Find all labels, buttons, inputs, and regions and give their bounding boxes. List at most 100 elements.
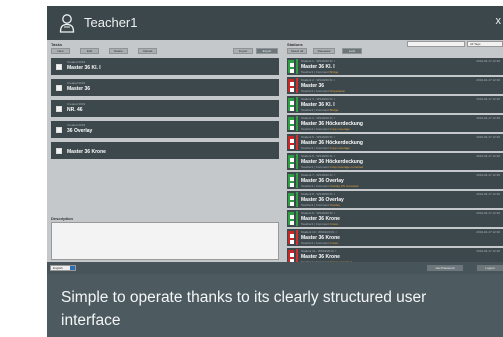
status-tag (296, 192, 298, 207)
stations-filter-select[interactable]: All Tags (467, 41, 503, 47)
app-title: Teacher1 (84, 15, 138, 30)
checkbox-icon[interactable] (290, 120, 294, 124)
checkbox-icon[interactable] (290, 126, 294, 130)
stations-released-button[interactable]: Released (313, 48, 335, 54)
station-comment: Teacher1 | Comment Overlay (301, 203, 340, 207)
task-checkbox[interactable] (56, 106, 62, 112)
station-row[interactable]: Student 7 - WS19/20 Kl. I Master 36 Overl… (287, 172, 503, 189)
station-comment: Teacher1 | Comment Overlay 4/5 corrected (301, 184, 358, 188)
station-subtitle: Student 3 - WS19/20 Kl. I (301, 97, 335, 101)
station-row[interactable]: Student 1 - WS19/20 Kl. I Master 36 Kl. I… (287, 58, 503, 75)
task-row[interactable]: Master 36 Krone (51, 142, 279, 159)
station-row[interactable]: Student 8 - WS19/20 Kl. I Master 36 Overl… (287, 191, 503, 208)
task-row[interactable]: Created 2019 Master 36 (51, 79, 279, 96)
station-row[interactable]: Student 5 - WS19/20 Kl. I Master 36 Höcke… (287, 134, 503, 151)
checkbox-icon[interactable] (290, 177, 294, 181)
tasks-export-button[interactable]: Export (256, 48, 278, 54)
station-comment-author: Teacher1 | Comment (301, 127, 329, 131)
tasks-delete-button[interactable]: Delete (109, 48, 128, 54)
station-comment-author: Teacher1 | Comment (301, 146, 329, 150)
checkbox-icon[interactable] (290, 202, 294, 206)
tasks-import-button[interactable]: Import (233, 48, 253, 54)
checkbox-icon[interactable] (290, 139, 294, 143)
tasks-new-button[interactable]: New (51, 48, 70, 54)
status-tag (296, 59, 298, 74)
task-row[interactable]: Created 2019 Master 36 Kl. I (51, 58, 279, 75)
checkbox-icon[interactable] (290, 164, 294, 168)
station-row[interactable]: Student 3 - WS19/20 Kl. I Master 36 Kl. I… (287, 96, 503, 113)
station-subtitle: Student 6 - WS19/20 Kl. I (301, 154, 335, 158)
close-icon[interactable]: x (496, 15, 502, 27)
task-checkbox[interactable] (56, 85, 62, 91)
station-comment: Teacher1 | Comment Bridge (301, 70, 338, 74)
tasks-upload-button[interactable]: Upload (138, 48, 157, 54)
status-tag (296, 116, 298, 131)
checkbox-icon[interactable] (290, 63, 294, 67)
status-tag (296, 154, 298, 169)
task-title: NR. 46 (67, 107, 83, 113)
checkbox-icon[interactable] (290, 215, 294, 219)
checkbox-icon[interactable] (290, 240, 294, 244)
status-tag (296, 78, 298, 93)
station-subtitle: Student 5 - WS19/20 Kl. I (301, 135, 335, 139)
station-row[interactable]: Student 6 - WS19/20 Kl. I Master 36 Höcke… (287, 153, 503, 170)
station-date: 2019-04-17 12:30 (476, 154, 500, 158)
station-comment-note: Crown (329, 241, 339, 245)
station-comment-author: Teacher1 | Comment (301, 222, 329, 226)
status-tag (296, 211, 298, 226)
checkbox-icon[interactable] (290, 88, 294, 92)
station-comment: Teacher1 | Comment Crown (301, 222, 338, 226)
language-value: English (53, 266, 63, 270)
station-row[interactable]: Student 2 - WS19/20 Kl. I Master 36 Teache… (287, 77, 503, 94)
logout-button[interactable]: Logout (477, 265, 503, 271)
task-title: Master 36 (67, 86, 91, 92)
task-row[interactable]: Created 2019 36 Overlay (51, 121, 279, 138)
screenshot-frame: Teacher1 x Tasks New Edit Delete Upload … (47, 6, 503, 337)
checkbox-icon[interactable] (290, 82, 294, 86)
checkbox-icon[interactable] (290, 253, 294, 257)
station-comment-author: Teacher1 | Comment (301, 70, 329, 74)
station-row[interactable]: Student 10 - WS19/20 Kl. I Master 36 Kron… (287, 229, 503, 246)
station-date: 2019-04-17 12:30 (476, 249, 500, 253)
checkbox-icon[interactable] (290, 196, 294, 200)
station-date: 2019-04-17 12:30 (476, 192, 500, 196)
get-password-button[interactable]: Get Password (427, 265, 463, 271)
task-title: 36 Overlay (67, 128, 93, 134)
status-indicator (288, 193, 294, 206)
station-date: 2019-04-17 12:30 (476, 59, 500, 63)
checkbox-icon[interactable] (290, 158, 294, 162)
stations-select-all-button[interactable]: Select all (287, 48, 307, 54)
user-icon (59, 14, 75, 33)
station-subtitle: Student 9 - WS19/20 Kl. I (301, 211, 335, 215)
station-comment-note: Cusp coverage (329, 146, 350, 150)
checkbox-icon[interactable] (290, 145, 294, 149)
checkbox-icon[interactable] (290, 183, 294, 187)
task-row[interactable]: Created 2019 NR. 46 (51, 100, 279, 117)
task-checkbox[interactable] (56, 127, 62, 133)
caption: Simple to operate thanks to its clearly … (61, 289, 427, 329)
language-select[interactable]: English (50, 265, 76, 271)
task-checkbox[interactable] (56, 64, 62, 70)
stations-search-input[interactable] (407, 41, 465, 47)
checkbox-icon[interactable] (290, 107, 294, 111)
description-textarea[interactable] (51, 222, 279, 260)
checkbox-icon[interactable] (290, 69, 294, 73)
checkbox-icon[interactable] (290, 101, 294, 105)
station-row[interactable]: Student 4 - WS19/20 Kl. I Master 36 Höcke… (287, 115, 503, 132)
task-checkbox[interactable] (56, 148, 62, 154)
station-comment-note: Bridge (329, 70, 339, 74)
station-subtitle: Student 11 - WS19/20 Kl. I (301, 249, 337, 253)
checkbox-icon[interactable] (290, 234, 294, 238)
title-bar: Teacher1 x (47, 6, 503, 40)
stations-lock-button[interactable]: Lock (342, 48, 362, 54)
station-row[interactable]: Student 9 - WS19/20 Kl. I Master 36 Krone… (287, 210, 503, 227)
status-bar: English Get Password Logout (47, 262, 503, 274)
status-tag (296, 230, 298, 245)
station-subtitle: Student 10 - WS19/20 Kl. I (301, 230, 337, 234)
status-indicator (288, 174, 294, 187)
checkbox-icon[interactable] (290, 221, 294, 225)
tasks-edit-button[interactable]: Edit (80, 48, 99, 54)
status-indicator (288, 212, 294, 225)
station-comment: Teacher1 | Comment Cusp coverage correct… (301, 165, 363, 169)
station-date: 2019-04-17 12:30 (476, 116, 500, 120)
